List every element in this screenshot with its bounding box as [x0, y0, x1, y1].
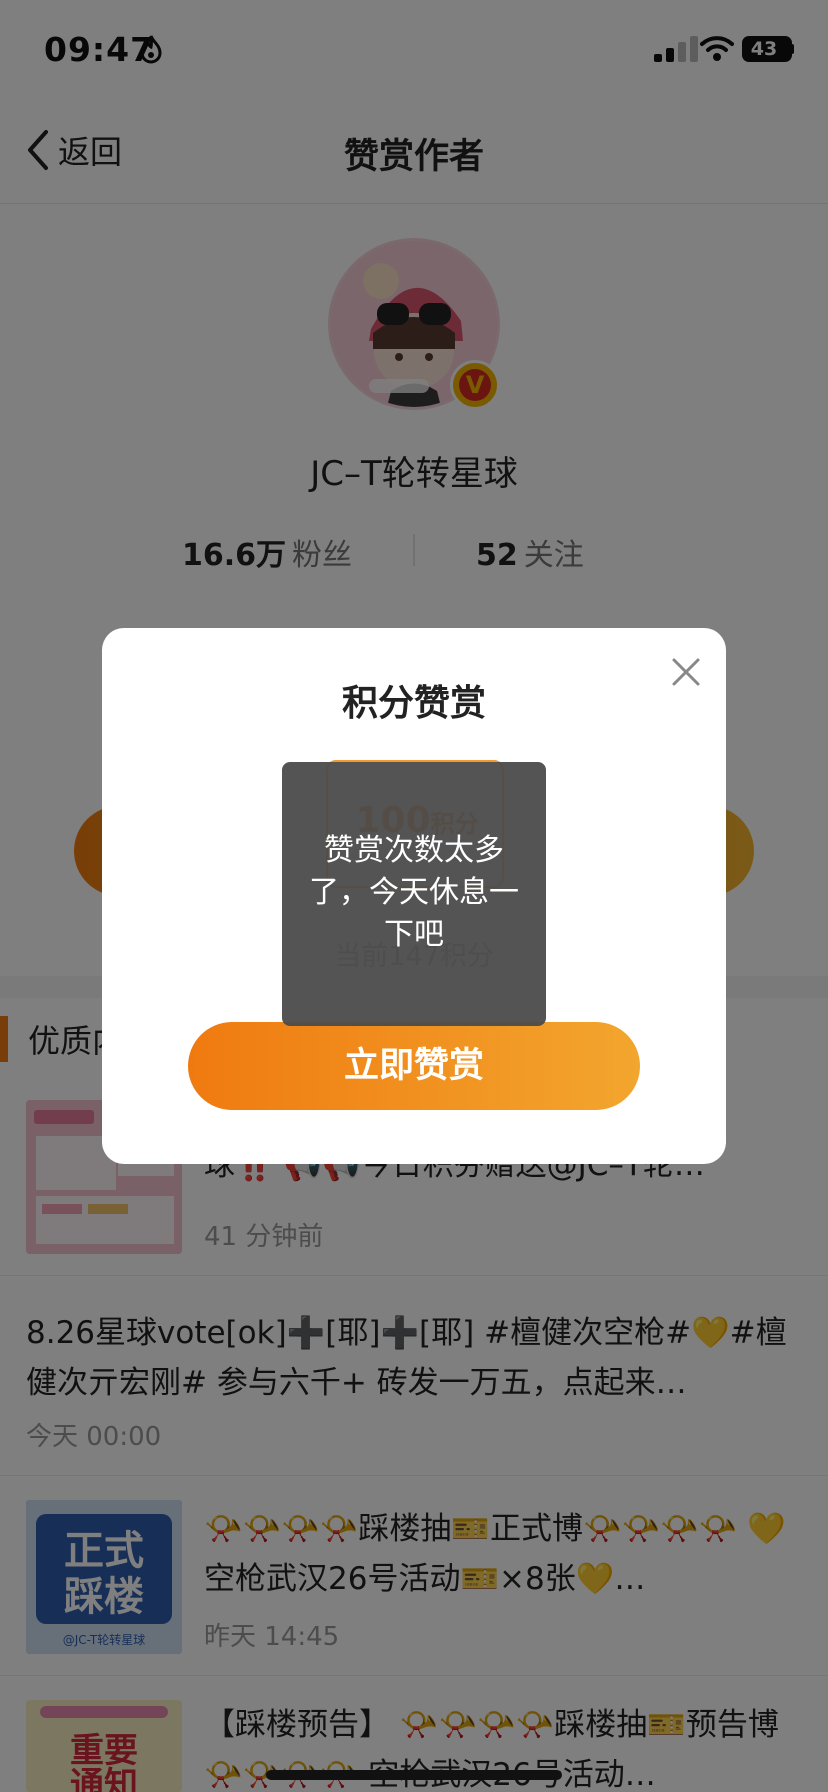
- dialog-title: 积分赞赏: [341, 683, 486, 724]
- submit-reward-button[interactable]: 立即赞赏: [188, 1022, 640, 1110]
- home-indicator[interactable]: [266, 1770, 562, 1780]
- toast-message: 赞赏次数太多了，今天休息一下吧: [282, 762, 546, 1026]
- toast-text: 赞赏次数太多了，今天休息一下吧: [309, 833, 519, 952]
